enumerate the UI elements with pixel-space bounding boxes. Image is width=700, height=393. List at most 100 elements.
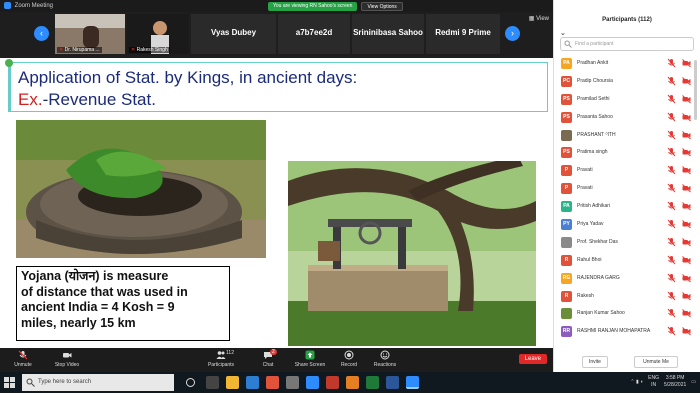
participants-panel: ⌄ Participants (112) Find a participant … (553, 0, 700, 372)
participant-row[interactable]: Prof. Shekhar Das (554, 234, 700, 252)
windows-start-icon[interactable] (4, 377, 15, 388)
video-off-icon (682, 166, 691, 175)
participant-count: 112 (226, 350, 234, 356)
store-icon[interactable] (306, 376, 319, 389)
avatar: PC (561, 75, 572, 87)
video-tile[interactable]: Vyas Dubey (191, 14, 276, 54)
participant-name: Rakesh (577, 292, 594, 299)
grid-icon: ▦ (528, 16, 535, 22)
participant-name: Pramilad Sethi (577, 95, 610, 102)
video-off-icon (682, 184, 691, 193)
video-gallery-strip: ‹ ✕ Dr. Nirupama ... ✕ Rakesh Singh Vyas… (0, 12, 553, 58)
participant-row[interactable]: PS Prasanta Sahoo (554, 109, 700, 127)
view-options-button[interactable]: View Options (361, 2, 403, 11)
participant-row[interactable]: PS Pramilad Sethi (554, 91, 700, 109)
language-indicator[interactable]: ENG IN (648, 375, 659, 389)
avatar: RR (561, 326, 572, 338)
video-off-icon (682, 220, 691, 229)
video-off-icon (682, 255, 691, 265)
prev-page-button[interactable]: ‹ (34, 26, 49, 41)
word-icon[interactable] (386, 376, 399, 389)
video-tile[interactable]: ✕ Dr. Nirupama ... (55, 14, 125, 54)
participant-row[interactable]: PS Pratima singh (554, 144, 700, 162)
video-off-icon (682, 77, 691, 86)
mail-icon[interactable] (286, 376, 299, 389)
participant-row[interactable]: RG RAJENDRA GARG (554, 270, 700, 288)
unmute-button[interactable]: Unmute (8, 350, 38, 368)
avatar: PY (561, 219, 572, 231)
video-tile[interactable]: ✕ Rakesh Singh (127, 14, 189, 54)
invite-button[interactable]: Invite (582, 356, 608, 368)
file-explorer-icon[interactable] (226, 376, 239, 389)
scrollbar[interactable] (694, 60, 697, 120)
participant-row[interactable]: PA Pradhan Ankit (554, 55, 700, 73)
video-tile[interactable]: Redmi 9 Prime (426, 14, 500, 54)
share-screen-button[interactable]: Share Screen (290, 350, 330, 368)
participant-name: PRASHANT ⁰ITH (577, 131, 616, 138)
reactions-button[interactable]: Reactions (370, 350, 400, 368)
participants-footer: Invite Unmute Me (554, 352, 700, 372)
avatar: PA (561, 201, 572, 213)
tray-icons[interactable]: ⌃ ▮ ◖ (630, 379, 643, 386)
excel-icon[interactable] (366, 376, 379, 389)
clock[interactable]: 3:58 PM 5/28/2021 (664, 375, 686, 389)
share-screen-icon (305, 350, 315, 360)
avatar (561, 236, 572, 248)
view-button[interactable]: ▦ View (529, 15, 549, 22)
edge-browser-icon[interactable] (246, 376, 259, 389)
participant-row[interactable]: R Rakesh (554, 288, 700, 306)
taskbar-search-input[interactable]: Type here to search (22, 374, 174, 391)
participant-name: Prof. Shekhar Das (577, 238, 618, 245)
participant-row[interactable]: P Pravati (554, 180, 700, 198)
participant-row[interactable]: PY Priya Yadav (554, 216, 700, 234)
avatar: R (561, 290, 572, 302)
chat-badge: 2 (270, 349, 277, 355)
video-tile[interactable]: a7b7ee2d (278, 14, 350, 54)
video-camera-icon (63, 353, 72, 358)
participants-button[interactable]: Participants 112 (202, 350, 240, 368)
video-tile[interactable]: Srininibasa Sahoo (352, 14, 424, 54)
participant-row[interactable]: PC Pradip Choursia (554, 73, 700, 91)
participant-name: Priya Yadav (577, 221, 604, 228)
stop-video-button[interactable]: Stop Video (50, 350, 84, 368)
meeting-toolbar: Unmute Stop Video Participants 112 Chat … (0, 348, 553, 372)
microphone-muted-icon (667, 309, 676, 318)
next-page-button[interactable]: › (505, 26, 520, 41)
windows-taskbar: Type here to search ⌃ ▮ ◖ ENG IN 3:58 PM 5… (0, 372, 700, 393)
participant-row[interactable]: P Pravati (554, 162, 700, 180)
unmute-me-button[interactable]: Unmute Me (634, 356, 678, 368)
search-icon (564, 40, 572, 48)
task-view-icon[interactable] (206, 376, 219, 389)
system-tray: ⌃ ▮ ◖ ENG IN 3:58 PM 5/28/2021 ▭ (630, 375, 696, 389)
participant-row[interactable]: R Rahul Bhoi (554, 252, 700, 270)
microphone-muted-icon (667, 255, 676, 265)
app-icon[interactable] (346, 376, 359, 389)
notification-icon[interactable]: ▭ (691, 379, 696, 386)
zoom-taskbar-icon[interactable] (406, 376, 419, 389)
participants-header: ⌄ Participants (112) (554, 0, 700, 37)
participant-name: Ranjan Kumar Sahoo (577, 310, 625, 317)
cortana-icon[interactable] (186, 378, 195, 387)
video-tile-name: ✕ Dr. Nirupama ... (57, 47, 102, 53)
leave-button[interactable]: Leave (518, 354, 547, 364)
participant-name: Redmi 9 Prime (435, 28, 491, 37)
record-button[interactable]: Record (337, 350, 361, 368)
powerpoint-icon[interactable] (326, 376, 339, 389)
participant-row[interactable]: PRASHANT ⁰ITH (554, 127, 700, 145)
zoom-logo-icon (4, 1, 11, 9)
avatar (561, 129, 572, 141)
participant-name: Pravati (577, 185, 593, 192)
participant-name: Pradhan Ankit (577, 60, 609, 66)
participant-name: Pratima singh (577, 149, 608, 156)
avatar: RG (561, 272, 572, 284)
participant-row[interactable]: Ranjan Kumar Sahoo (554, 305, 700, 323)
chat-button[interactable]: Chat 2 (256, 349, 280, 368)
microphone-muted-icon (667, 273, 676, 283)
slide-text-line: Yojana (योजन) is measure (21, 269, 169, 283)
participant-row[interactable]: PA Pritish Adhikari (554, 198, 700, 216)
participant-row[interactable]: RR RASHMI RANJAN MOHAPATRA (554, 323, 700, 341)
status-dot-icon (5, 59, 13, 67)
chrome-icon[interactable] (266, 376, 279, 389)
search-icon (26, 378, 35, 387)
participant-search-input[interactable]: Find a participant (560, 37, 694, 51)
